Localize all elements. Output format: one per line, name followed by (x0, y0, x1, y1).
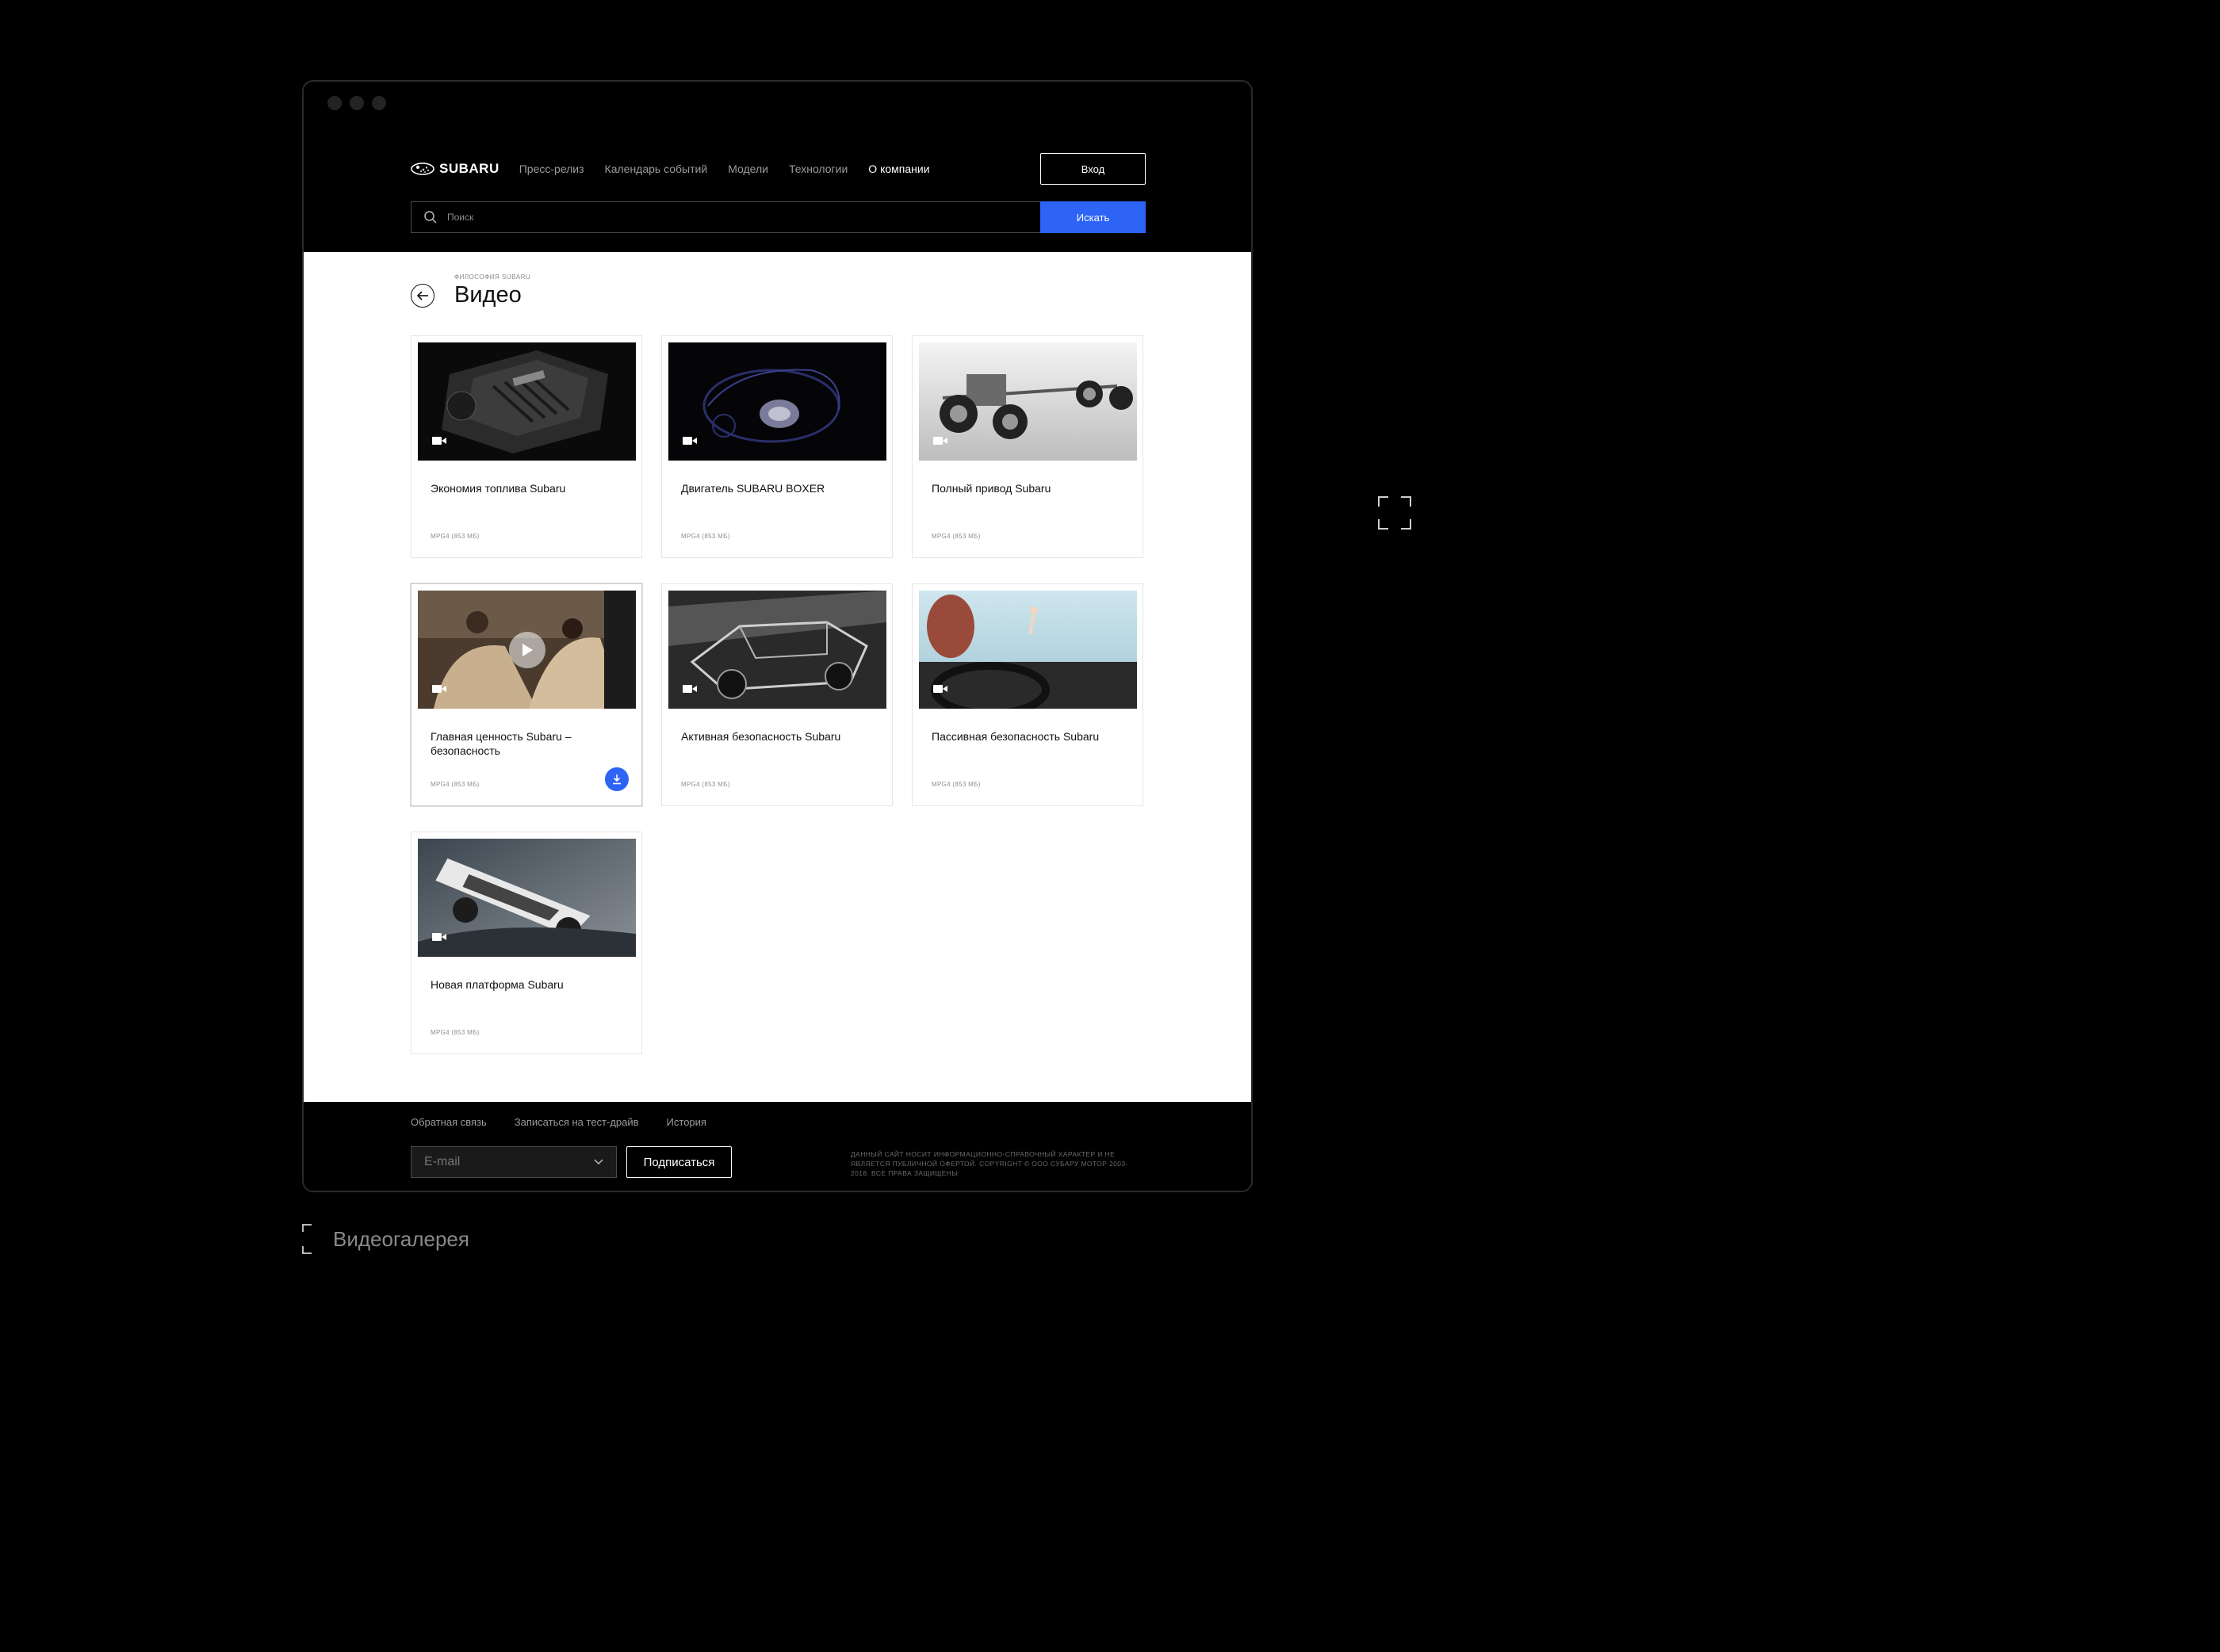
video-title: Экономия топлива Subaru (431, 482, 566, 495)
page-title: Видео (454, 282, 522, 308)
download-button[interactable] (605, 767, 629, 791)
video-camera-icon (683, 437, 697, 445)
top-nav: SUBARU Пресс-релиз Календарь событий Мод… (411, 151, 1146, 186)
nav-item-technologies[interactable]: Технологии (789, 163, 848, 175)
nav-item-events[interactable]: Календарь событий (605, 163, 708, 175)
email-placeholder: E-mail (424, 1155, 461, 1168)
video-card[interactable]: Активная безопасность Subaru MPG4 (853 М… (661, 583, 893, 806)
video-thumbnail (418, 342, 636, 461)
nav-item-press[interactable]: Пресс-релиз (519, 163, 584, 175)
back-button[interactable] (411, 284, 434, 308)
video-thumbnail (668, 591, 886, 709)
login-button[interactable]: Вход (1040, 153, 1146, 185)
nav-links: Пресс-релиз Календарь событий Модели Тех… (519, 163, 930, 175)
footer-links: Обратная связь Записаться на тест-драйв … (411, 1116, 706, 1128)
email-field[interactable]: E-mail (411, 1146, 617, 1178)
window-dot-close[interactable] (327, 96, 342, 110)
subscribe-button[interactable]: Подписаться (626, 1146, 732, 1178)
video-camera-icon (933, 437, 947, 445)
video-title: Главная ценность Subaru – безопасность (431, 730, 572, 757)
video-card[interactable]: Пассивная безопасность Subaru MPG4 (853 … (912, 583, 1143, 806)
window-dot-maximize[interactable] (372, 96, 386, 110)
video-title: Двигатель SUBARU BOXER (681, 482, 825, 495)
play-icon (522, 644, 533, 656)
main-content: ФИЛОСОФИЯ SUBARU Видео Экономия топлива … (304, 252, 1251, 1102)
video-title: Активная безопасность Subaru (681, 730, 841, 743)
video-file-info: MPG4 (853 МБ) (431, 781, 480, 788)
video-file-info: MPG4 (853 МБ) (431, 1029, 480, 1036)
video-card[interactable]: Экономия топлива Subaru MPG4 (853 МБ) (411, 335, 642, 558)
nav-item-models[interactable]: Модели (728, 163, 768, 175)
caption-bracket-icon (302, 1224, 312, 1254)
window-controls (327, 96, 386, 110)
video-card[interactable]: Новая платформа Subaru MPG4 (853 МБ) (411, 832, 642, 1054)
video-camera-icon (933, 685, 947, 693)
search-icon (424, 211, 437, 224)
video-card[interactable]: Полный привод Subaru MPG4 (853 МБ) (912, 335, 1143, 558)
search-bar: Искать (411, 201, 1146, 233)
legal-notice: Данный сайт носит информационно-справочн… (851, 1150, 1128, 1177)
search-field[interactable] (411, 201, 1040, 233)
video-thumbnail (919, 342, 1137, 461)
browser-window: SUBARU Пресс-релиз Календарь событий Мод… (302, 80, 1253, 1192)
video-file-info: MPG4 (853 МБ) (932, 781, 981, 788)
search-button[interactable]: Искать (1040, 201, 1146, 233)
brand-name: SUBARU (439, 161, 500, 176)
video-file-info: MPG4 (853 МБ) (431, 533, 480, 540)
video-camera-icon (432, 437, 446, 445)
video-title: Новая платформа Subaru (431, 978, 564, 991)
video-title: Пассивная безопасность Subaru (932, 730, 1100, 743)
video-file-info: MPG4 (853 МБ) (932, 533, 981, 540)
chevron-down-icon (594, 1159, 603, 1165)
video-grid: Экономия топлива Subaru MPG4 (853 МБ) Дв… (411, 335, 1143, 1054)
search-input[interactable] (447, 212, 1002, 223)
download-icon (613, 774, 621, 785)
nav-item-about[interactable]: О компании (868, 163, 929, 175)
video-camera-icon (432, 685, 446, 693)
footer: Обратная связь Записаться на тест-драйв … (304, 1102, 1251, 1191)
footer-link-test-drive[interactable]: Записаться на тест-драйв (515, 1116, 639, 1128)
window-dot-minimize[interactable] (350, 96, 364, 110)
video-file-info: MPG4 (853 МБ) (681, 781, 730, 788)
video-thumbnail (418, 839, 636, 957)
subaru-logo[interactable]: SUBARU (411, 151, 500, 186)
video-card[interactable]: Главная ценность Subaru – безопасность M… (411, 583, 642, 806)
video-thumbnail (919, 591, 1137, 709)
breadcrumb[interactable]: ФИЛОСОФИЯ SUBARU (454, 273, 530, 281)
video-thumbnail (668, 342, 886, 461)
footer-link-history[interactable]: История (667, 1116, 706, 1128)
fullscreen-icon[interactable] (1378, 496, 1411, 530)
video-thumbnail (418, 591, 636, 709)
footer-link-feedback[interactable]: Обратная связь (411, 1116, 487, 1128)
play-button[interactable] (509, 632, 545, 668)
subaru-logo-icon (411, 163, 434, 175)
video-file-info: MPG4 (853 МБ) (681, 533, 730, 540)
video-camera-icon (432, 933, 446, 941)
video-camera-icon (683, 685, 697, 693)
video-title: Полный привод Subaru (932, 482, 1051, 495)
arrow-left-icon (416, 291, 428, 300)
video-card[interactable]: Двигатель SUBARU BOXER MPG4 (853 МБ) (661, 335, 893, 558)
gallery-caption: Видеогалерея (333, 1227, 469, 1251)
